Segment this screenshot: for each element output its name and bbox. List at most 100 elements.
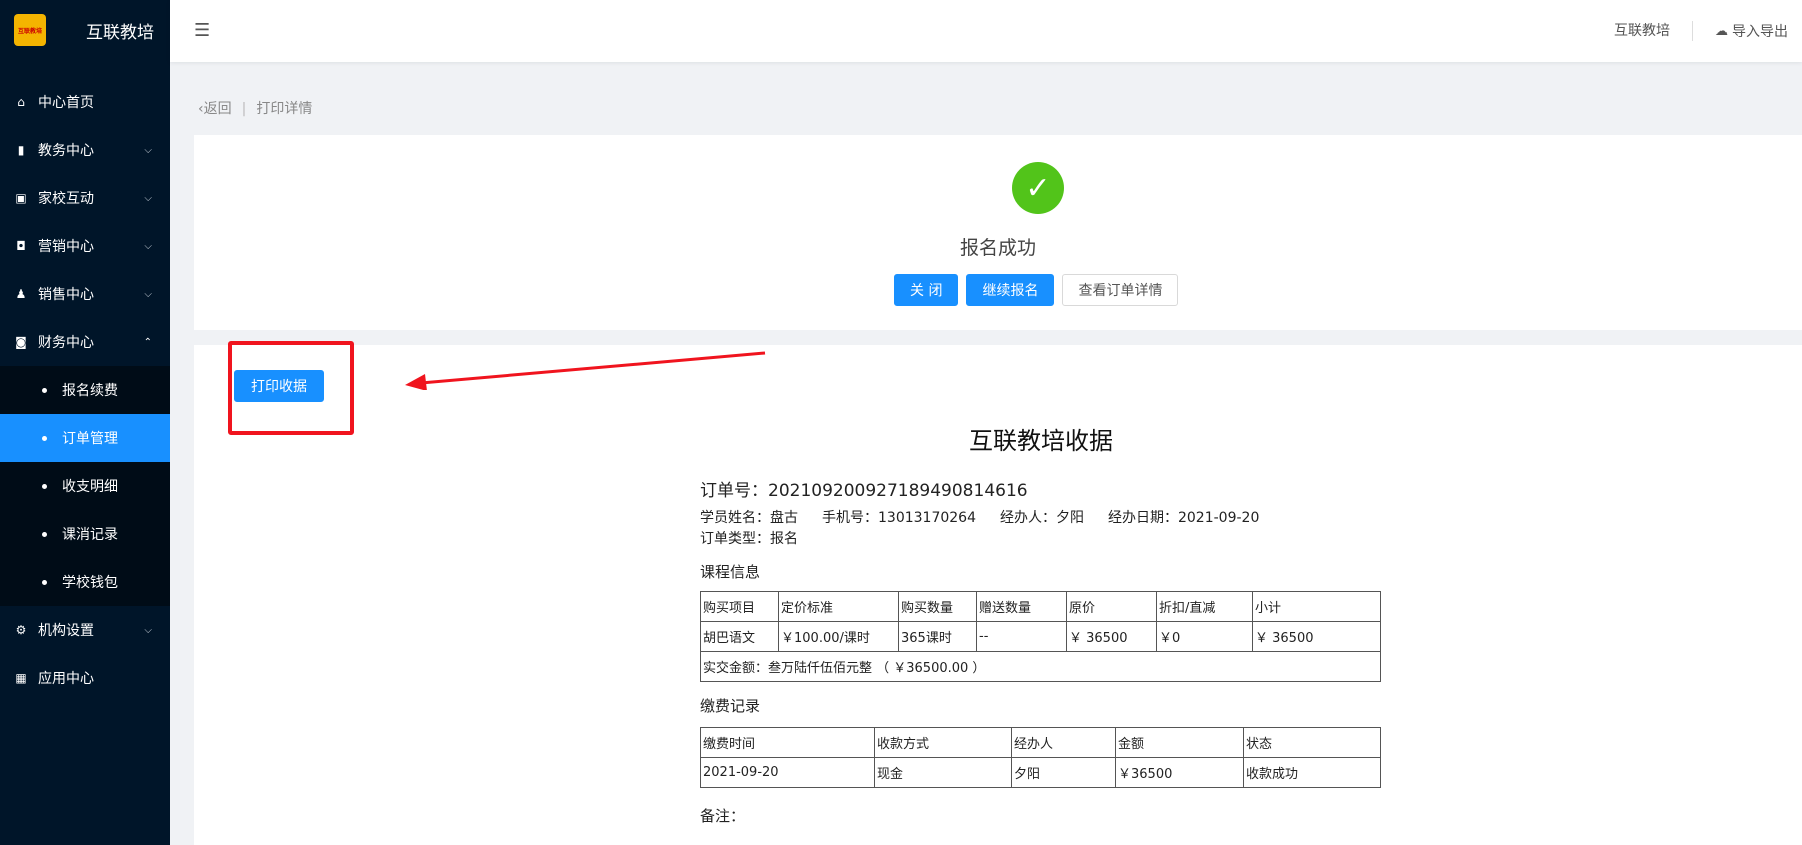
cloud-icon: ☁ <box>1715 23 1728 39</box>
receipt-title: 互联教培收据 <box>969 427 1113 455</box>
table-cell: ￥ 36500 <box>1252 621 1381 652</box>
table-row: 2021-09-20 现金 夕阳 ￥36500 收款成功 <box>700 757 1381 788</box>
sidebar-subitem-label: 课消记录 <box>62 527 118 543</box>
chevron-down-icon: ⌵ <box>144 192 152 204</box>
sidebar-subitem-label: 收支明细 <box>62 479 118 495</box>
sidebar-subitem-label: 学校钱包 <box>62 575 118 591</box>
highlight-box <box>228 341 354 435</box>
table-header: 定价标准 <box>778 591 899 622</box>
table-row: 胡巴语文 ￥100.00/课时 365课时 -- ￥ 36500 ￥0 ￥ 36… <box>700 621 1381 652</box>
table-header: 收款方式 <box>874 727 1012 758</box>
student-name: 学员姓名：盘古 <box>700 510 798 526</box>
bullet-icon <box>42 387 47 393</box>
bullet-icon <box>42 435 47 441</box>
table-header: 原价 <box>1066 591 1157 622</box>
bullet-icon <box>42 483 47 489</box>
table-header: 折扣/直减 <box>1156 591 1253 622</box>
handler: 经办人：夕阳 <box>999 510 1084 526</box>
sidebar-subitem-enroll[interactable]: 报名续费 <box>0 366 170 414</box>
sidebar-item-label: 财务中心 <box>38 335 94 351</box>
table-cell: 现金 <box>874 757 1012 788</box>
close-button[interactable]: 关 闭 <box>894 274 959 306</box>
chevron-up-icon: ⌃ <box>143 336 152 348</box>
table-header: 购买项目 <box>700 591 779 622</box>
import-export-link[interactable]: ☁ 导入导出 <box>1693 21 1788 41</box>
table-header: 缴费时间 <box>700 727 875 758</box>
finance-submenu: 报名续费 订单管理 收支明细 课消记录 学校钱包 <box>0 366 170 606</box>
table-cell: ￥0 <box>1156 621 1253 652</box>
table-header: 经办人 <box>1011 727 1116 758</box>
sidebar-menu: ⌂ 中心首页 ▮ 教务中心 ⌵ ▣ 家校互动 ⌵ ◘ 营销中心 ⌵ ♟ 销售中心… <box>0 78 170 702</box>
phone-number: 手机号：13013170264 <box>822 510 976 526</box>
wallet-icon: ◙ <box>15 335 27 349</box>
breadcrumb-separator: | <box>241 101 247 117</box>
continue-enroll-button[interactable]: 继续报名 <box>966 274 1055 306</box>
sidebar-item-label: 中心首页 <box>38 95 94 111</box>
table-cell: 胡巴语文 <box>700 621 779 652</box>
success-actions: 关 闭 继续报名 查看订单详情 <box>894 274 1179 306</box>
table-header: 小计 <box>1252 591 1381 622</box>
sidebar-subitem-orders[interactable]: 订单管理 <box>0 414 170 462</box>
table-cell: ￥ 36500 <box>1066 621 1157 652</box>
sidebar-item-apps[interactable]: ▦ 应用中心 <box>0 654 170 702</box>
bag-icon: ◘ <box>16 239 26 253</box>
sidebar-item-marketing[interactable]: ◘ 营销中心 ⌵ <box>0 222 170 270</box>
table-header: 赠送数量 <box>976 591 1067 622</box>
check-circle-icon: ✓ <box>1012 162 1064 214</box>
home-icon: ⌂ <box>17 95 25 109</box>
sidebar-item-home[interactable]: ⌂ 中心首页 <box>0 78 170 126</box>
table-cell: 365课时 <box>898 621 977 652</box>
import-export-label: 导入导出 <box>1732 24 1788 40</box>
chat-icon: ▣ <box>15 191 27 205</box>
user-name[interactable]: 互联教培 <box>1614 21 1693 41</box>
gear-icon: ⚙ <box>15 623 27 637</box>
top-header: ☰ 互联教培 ☁ 导入导出 <box>170 0 1802 62</box>
bullet-icon <box>42 531 47 537</box>
success-title: 报名成功 <box>959 237 1036 259</box>
sidebar-item-label: 应用中心 <box>38 671 94 687</box>
brand-name: 互联教培 <box>86 22 154 43</box>
chevron-down-icon: ⌵ <box>144 240 152 252</box>
sidebar-subitem-ledger[interactable]: 收支明细 <box>0 462 170 510</box>
menu-collapse-icon[interactable]: ☰ <box>194 20 210 41</box>
table-cell: -- <box>976 621 1067 652</box>
chevron-down-icon: ⌵ <box>144 624 152 636</box>
sidebar-item-label: 营销中心 <box>38 239 94 255</box>
table-header: 购买数量 <box>898 591 977 622</box>
annotation-arrow-icon <box>405 351 766 390</box>
sidebar-item-home-school[interactable]: ▣ 家校互动 ⌵ <box>0 174 170 222</box>
payment-table: 缴费时间 收款方式 经办人 金额 状态 2021-09-20 现金 夕阳 ￥36… <box>700 727 1381 788</box>
table-header-row: 缴费时间 收款方式 经办人 金额 状态 <box>700 727 1381 758</box>
people-icon: ♟ <box>15 287 27 301</box>
handle-date: 经办日期：2021-09-20 <box>1107 510 1260 526</box>
book-icon: ▮ <box>17 143 25 157</box>
view-order-button[interactable]: 查看订单详情 <box>1062 274 1179 306</box>
receipt-meta: 学员姓名：盘古 手机号：13013170264 经办人：夕阳 经办日期：2021… <box>700 507 1259 527</box>
course-section-title: 课程信息 <box>700 563 761 581</box>
sidebar-item-sales[interactable]: ♟ 销售中心 ⌵ <box>0 270 170 318</box>
chevron-down-icon: ⌵ <box>144 144 152 156</box>
sidebar-item-academic[interactable]: ▮ 教务中心 ⌵ <box>0 126 170 174</box>
sidebar-item-finance[interactable]: ◙ 财务中心 ⌃ <box>0 318 170 366</box>
back-link[interactable]: ‹返回 <box>198 101 232 117</box>
table-header: 金额 <box>1115 727 1244 758</box>
sidebar-subitem-consumption[interactable]: 课消记录 <box>0 510 170 558</box>
grid-icon: ▦ <box>15 671 27 685</box>
total-row: 实交金额：叁万陆仟伍佰元整 （ ￥36500.00 ） <box>700 651 1381 682</box>
order-type: 订单类型：报名 <box>700 531 798 547</box>
receipt-card: 打印收据 互联教培收据 订单号：202109200927189490814616… <box>194 341 1802 845</box>
sidebar-item-label: 教务中心 <box>38 143 94 159</box>
table-header-row: 购买项目 定价标准 购买数量 赠送数量 原价 折扣/直减 小计 <box>700 591 1381 622</box>
brand[interactable]: 互联教培 互联教培 <box>0 0 170 60</box>
course-table: 购买项目 定价标准 购买数量 赠送数量 原价 折扣/直减 小计 胡巴语文 ￥10… <box>700 591 1381 682</box>
logo: 互联教培 <box>14 14 46 46</box>
note-label: 备注： <box>700 807 746 825</box>
table-header: 状态 <box>1243 727 1381 758</box>
sidebar: 互联教培 互联教培 ⌂ 中心首页 ▮ 教务中心 ⌵ ▣ 家校互动 ⌵ ◘ 营销中… <box>0 0 170 845</box>
back-label: 返回 <box>203 101 232 117</box>
sidebar-subitem-wallet[interactable]: 学校钱包 <box>0 558 170 606</box>
sidebar-item-label: 销售中心 <box>38 287 94 303</box>
success-card: ✓ 报名成功 关 闭 继续报名 查看订单详情 <box>194 135 1802 330</box>
sidebar-item-settings[interactable]: ⚙ 机构设置 ⌵ <box>0 606 170 654</box>
table-cell: ￥100.00/课时 <box>778 621 899 652</box>
